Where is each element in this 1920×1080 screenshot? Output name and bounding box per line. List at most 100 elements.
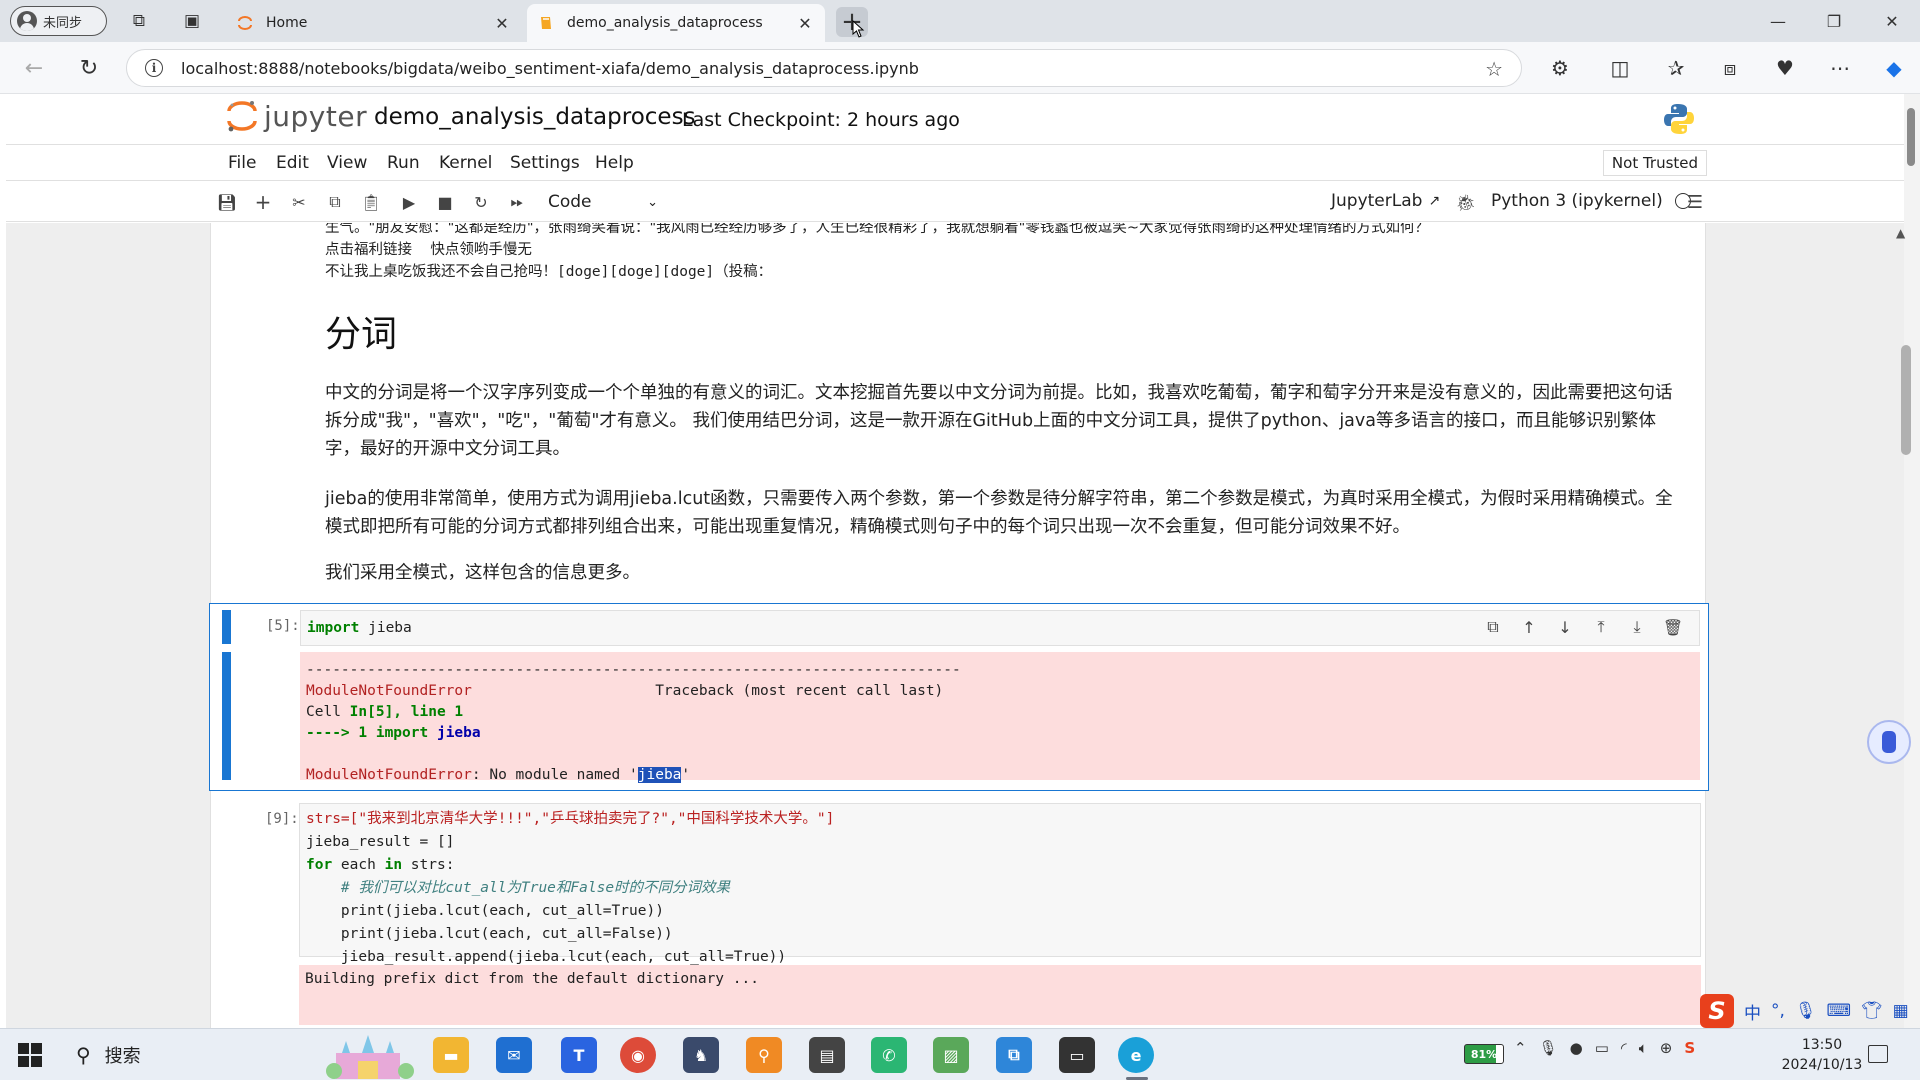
search-tool-app[interactable]: ⚲ — [746, 1037, 782, 1073]
ime-menu-icon[interactable]: ▦ — [1893, 1001, 1909, 1021]
favorites-icon[interactable]: ✰ — [1662, 54, 1690, 82]
sogou-ime-icon[interactable]: S — [1700, 994, 1734, 1028]
tab-home[interactable]: Home ✕ — [226, 4, 522, 42]
start-button[interactable] — [18, 1043, 42, 1067]
show-hidden-icons-icon[interactable]: ⌃ — [1514, 1039, 1527, 1057]
floating-assistant-button[interactable] — [1867, 720, 1911, 764]
microphone-icon[interactable]: 🎙︎ — [1539, 1039, 1558, 1057]
wifi-icon[interactable]: ◜ — [1621, 1039, 1627, 1057]
trust-status-button[interactable]: Not Trusted — [1603, 150, 1707, 176]
tab-actions-icon[interactable]: ▣ — [180, 9, 204, 33]
menu-file[interactable]: File — [228, 153, 256, 173]
menu-run[interactable]: Run — [387, 153, 420, 173]
selected-module-text[interactable]: jieba — [637, 767, 682, 783]
ime-skin-icon[interactable]: 👕︎ — [1861, 1001, 1883, 1021]
battery-indicator[interactable]: 81% — [1464, 1044, 1504, 1064]
move-up-icon[interactable]: ↑ — [1518, 616, 1540, 638]
menu-help[interactable]: Help — [595, 153, 634, 173]
edge-browser-app[interactable]: e — [1118, 1037, 1154, 1073]
reload-button[interactable]: ↻ — [75, 54, 103, 82]
extensions-icon[interactable]: ⚙ — [1546, 54, 1574, 82]
file-explorer-app[interactable]: ▬ — [433, 1037, 469, 1073]
cut-icon[interactable]: ✂ — [288, 191, 310, 213]
minimize-button[interactable]: — — [1758, 9, 1798, 33]
jupyter-logo[interactable]: jupyter — [226, 99, 367, 133]
chrome-app[interactable]: ◉ — [620, 1037, 656, 1073]
restart-run-all-icon[interactable]: ⏩︎ — [506, 191, 528, 213]
tab-close-icon[interactable]: ✕ — [492, 14, 512, 33]
copilot-icon[interactable]: ◆ — [1880, 54, 1908, 82]
notebook-title[interactable]: demo_analysis_dataprocess — [374, 104, 696, 130]
notebook-scrollbar-thumb[interactable] — [1901, 345, 1911, 455]
site-info-icon[interactable]: i — [145, 59, 163, 77]
input-collapser[interactable] — [222, 610, 231, 644]
more-menu-icon[interactable]: ⋯ — [1826, 54, 1854, 82]
run-icon[interactable]: ▶ — [398, 191, 420, 213]
notification-center-icon[interactable] — [1868, 1045, 1888, 1063]
ime-keyboard-icon[interactable]: ⌨ — [1827, 1001, 1852, 1021]
insert-above-icon[interactable]: ⤒ — [1590, 616, 1612, 638]
profile-button[interactable]: 未同步 — [10, 6, 107, 36]
copy-icon[interactable]: ⧉ — [324, 191, 346, 213]
restore-button[interactable]: ❐ — [1814, 9, 1854, 33]
back-button[interactable]: ← — [20, 54, 48, 82]
workspaces-icon[interactable]: ⧉ — [127, 9, 151, 33]
jupyter-favicon-icon — [238, 16, 252, 30]
tab-demo-analysis[interactable]: demo_analysis_dataprocess ✕ — [527, 4, 825, 42]
debugger-bug-icon[interactable]: 🐞︎ — [1455, 191, 1477, 213]
address-bar[interactable]: i localhost:8888/notebooks/bigdata/weibo… — [126, 49, 1522, 87]
delete-cell-icon[interactable]: 🗑︎ — [1662, 616, 1684, 638]
save-icon[interactable]: 💾︎ — [216, 191, 238, 213]
media-app[interactable]: ▤ — [809, 1037, 845, 1073]
scroll-up-arrow-icon[interactable]: ▲ — [1896, 226, 1905, 240]
mail-app[interactable]: ✉ — [496, 1037, 532, 1073]
wechat-app[interactable]: ✆ — [871, 1037, 907, 1073]
insert-cell-icon[interactable]: + — [252, 190, 274, 214]
tray-app-icon[interactable]: ● — [1570, 1039, 1583, 1057]
error-rule: ----------------------------------------… — [306, 662, 961, 678]
code-editor[interactable]: strs=["我来到北京清华大学!!!","乒乓球拍卖完了?","中国科学技术大… — [299, 803, 1701, 965]
clock[interactable]: 13:50 2024/10/13 — [1770, 1035, 1874, 1075]
chevron-down-icon: ⌄ — [647, 194, 658, 210]
cell-type-select[interactable]: Code ⌄ — [548, 190, 658, 214]
ime-indicator-icon[interactable]: ⊕ — [1660, 1039, 1673, 1057]
menu-view[interactable]: View — [327, 153, 367, 173]
menu-settings[interactable]: Settings — [510, 153, 580, 173]
ms-teams-app[interactable]: T — [561, 1037, 597, 1073]
paste-icon[interactable]: 📋︎ — [360, 191, 382, 213]
battery-icon[interactable]: ▭ — [1595, 1039, 1609, 1057]
jupyterlab-link[interactable]: JupyterLab ↗ — [1331, 191, 1440, 211]
restart-kernel-icon[interactable]: ↻ — [470, 191, 492, 213]
volume-icon[interactable]: 🔈︎ — [1639, 1039, 1648, 1057]
url-text: localhost:8888/notebooks/bigdata/weibo_s… — [181, 58, 919, 78]
page-scrollbar[interactable] — [1904, 94, 1920, 1028]
image-editor-app[interactable]: ▨ — [933, 1037, 969, 1073]
sogou-tray-icon[interactable]: S — [1684, 1039, 1695, 1057]
duplicate-cell-icon[interactable]: ⧉ — [1482, 616, 1504, 638]
insert-below-icon[interactable]: ⤓ — [1626, 616, 1648, 638]
code-cell-5[interactable]: [5]: import jieba ⧉ ↑ ↓ ⤒ ⤓ 🗑︎ ---------… — [209, 603, 1709, 791]
favorite-star-icon[interactable]: ☆ — [1485, 57, 1503, 81]
menu-bars-icon[interactable]: ☰ — [1684, 191, 1706, 213]
collections-icon[interactable]: ⧈ — [1716, 54, 1744, 82]
remote-desktop-app[interactable]: ⧉ — [996, 1037, 1032, 1073]
ime-mode-toggle[interactable]: 中 — [1744, 999, 1761, 1024]
menu-kernel[interactable]: Kernel — [439, 153, 492, 173]
ime-voice-icon[interactable]: 🎙︎ — [1795, 1001, 1817, 1021]
kernel-status[interactable]: Python 3 (ipykernel) — [1491, 191, 1691, 211]
ime-punct-toggle[interactable]: °, — [1771, 1001, 1785, 1021]
stop-icon[interactable]: ■ — [434, 191, 456, 213]
browser-essentials-icon[interactable]: ♥ — [1771, 54, 1799, 82]
code-cell-9[interactable]: [9]: strs=["我来到北京清华大学!!!","乒乓球拍卖完了?","中国… — [211, 797, 1707, 1028]
cat-app[interactable]: ♞ — [683, 1037, 719, 1073]
menu-edit[interactable]: Edit — [276, 153, 309, 173]
terminal-app[interactable]: ▭ — [1059, 1037, 1095, 1073]
move-down-icon[interactable]: ↓ — [1554, 616, 1576, 638]
tab-close-icon[interactable]: ✕ — [795, 14, 815, 33]
page-scrollbar-thumb[interactable] — [1907, 108, 1915, 166]
final-error-msg: : No module named ' — [471, 767, 638, 783]
close-window-button[interactable]: ✕ — [1872, 9, 1912, 33]
split-screen-icon[interactable]: ◫ — [1606, 54, 1634, 82]
output-collapser[interactable] — [222, 652, 231, 780]
taskbar-search[interactable]: ⚲ 搜索 — [66, 1037, 326, 1073]
